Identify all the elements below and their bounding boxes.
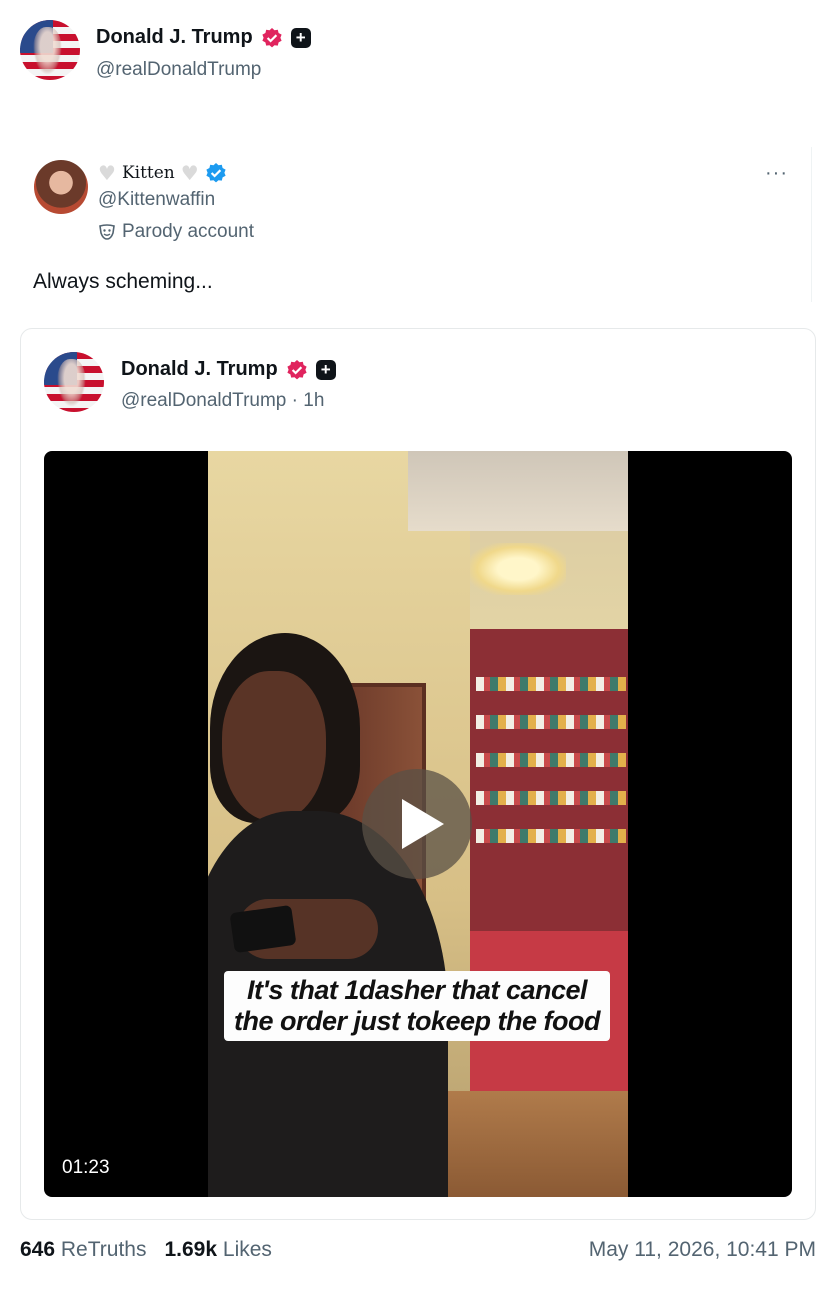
parody-label-text: Parody account <box>122 221 255 242</box>
video-person-phone <box>229 904 297 954</box>
kitten-avatar[interactable] <box>34 160 88 214</box>
embedded-author-avatar[interactable] <box>44 352 104 412</box>
video-duration: 01:23 <box>62 1157 110 1178</box>
video-scene-shelf-row <box>476 791 626 805</box>
kitten-handle[interactable]: @Kittenwaffin <box>98 189 215 211</box>
likes-count: 1.69k <box>164 1238 218 1261</box>
quote-text: Always scheming... <box>33 270 213 293</box>
video-scene-shelf-row <box>476 829 626 843</box>
retruths-label: ReTruths <box>60 1238 147 1261</box>
author-name[interactable]: Donald J. Trump + <box>96 26 311 49</box>
likes-label: Likes <box>222 1238 272 1261</box>
video-scene-shelf-row <box>476 715 626 729</box>
embedded-time: · 1h <box>291 390 325 411</box>
kitten-name-text: Kitten <box>121 163 175 183</box>
retruths-stat[interactable]: 646 ReTruths <box>20 1238 146 1262</box>
video-person-face <box>222 671 326 821</box>
retruths-count: 646 <box>20 1238 56 1261</box>
play-icon <box>402 799 444 849</box>
author-name-text: Donald J. Trump <box>96 26 253 48</box>
video-scene-ceiling <box>408 451 628 531</box>
heart-icon: ♥ <box>180 161 199 185</box>
video-scene-shelf-row <box>476 677 626 691</box>
embedded-author-name[interactable]: Donald J. Trump + <box>121 358 336 381</box>
parody-label: Parody account <box>98 221 254 243</box>
avatar-face <box>57 359 86 408</box>
blue-check-icon <box>206 163 226 183</box>
parody-mask-icon <box>99 224 115 240</box>
author-avatar[interactable] <box>20 20 80 80</box>
author-handle[interactable]: @realDonaldTrump <box>96 59 261 81</box>
divider <box>811 147 812 302</box>
more-icon[interactable]: ··· <box>765 162 788 185</box>
heart-icon: ♥ <box>98 161 116 185</box>
avatar-face <box>33 27 62 76</box>
embedded-handle-text: @realDonaldTrump <box>121 390 287 411</box>
kitten-name[interactable]: ♥ Kitten ♥ <box>98 162 227 184</box>
verified-badge-icon <box>262 27 282 47</box>
play-button[interactable] <box>362 769 472 879</box>
post-stats: 646 ReTruths 1.69k Likes <box>20 1238 272 1262</box>
video-caption: It's that 1dasher that cancel the order … <box>224 971 610 1041</box>
video-scene-lamp <box>470 543 566 595</box>
video-scene-shelf-row <box>476 753 626 767</box>
likes-stat[interactable]: 1.69k Likes <box>164 1238 271 1262</box>
verified-badge-icon <box>287 359 307 379</box>
embedded-author-handle[interactable]: @realDonaldTrump · 1h <box>121 390 324 412</box>
plus-badge-icon: + <box>315 359 336 380</box>
video-player[interactable]: It's that 1dasher that cancel the order … <box>44 451 792 1197</box>
embedded-author-name-text: Donald J. Trump <box>121 358 278 380</box>
plus-badge-icon: + <box>290 27 311 48</box>
post-timestamp[interactable]: May 11, 2026, 10:41 PM <box>589 1238 816 1262</box>
